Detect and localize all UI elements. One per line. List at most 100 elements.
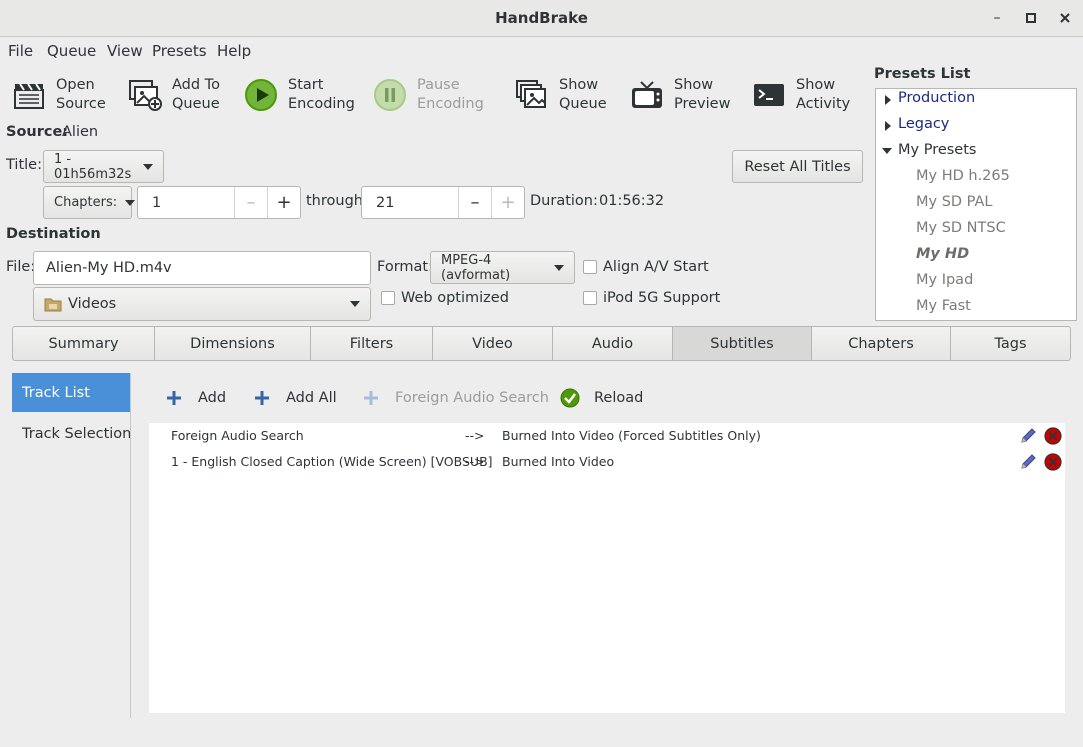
delete-icon[interactable]	[1044, 427, 1062, 445]
through-label: through	[306, 193, 363, 209]
preset-item[interactable]: My Ipad	[916, 272, 973, 288]
destination-heading: Destination	[6, 226, 101, 242]
add-all-subtitles-button[interactable]: Add All	[252, 388, 337, 408]
preset-group-legacy[interactable]: Legacy	[898, 116, 949, 132]
table-row[interactable]: 1 - English Closed Caption (Wide Screen)…	[149, 449, 1065, 475]
destination-folder-value: Videos	[68, 296, 117, 312]
foreign-audio-search-label: Foreign Audio Search	[395, 390, 549, 406]
close-button[interactable]	[1053, 7, 1077, 29]
tab-chapters[interactable]: Chapters	[812, 327, 951, 360]
web-optimized-label: Web optimized	[401, 290, 509, 306]
reload-label: Reload	[594, 390, 644, 406]
pencil-icon[interactable]	[1019, 427, 1037, 445]
track-mode: Burned Into Video (Forced Subtitles Only…	[502, 428, 761, 443]
tab-video[interactable]: Video	[433, 327, 553, 360]
pause-encoding-label-1: Pause	[417, 76, 460, 93]
menu-queue[interactable]: Queue	[47, 42, 96, 60]
add-subtitle-button[interactable]: Add	[164, 388, 226, 408]
tab-tags[interactable]: Tags	[951, 327, 1070, 360]
sidebar-item-track-list[interactable]: Track List	[12, 373, 130, 412]
add-to-queue-label-2: Queue	[172, 96, 220, 112]
source-value: Alien	[62, 124, 99, 140]
add-photos-icon	[128, 78, 162, 112]
track-name: Foreign Audio Search	[171, 428, 304, 443]
show-activity-button[interactable]: Show Activity	[752, 66, 850, 124]
chapter-end-decrement[interactable]: –	[458, 187, 491, 218]
destination-folder-select[interactable]: Videos	[33, 287, 371, 321]
chevron-down-icon	[125, 199, 136, 206]
track-mode: Burned Into Video	[502, 454, 615, 469]
menu-help[interactable]: Help	[217, 42, 251, 60]
start-encoding-button[interactable]: Start Encoding	[244, 66, 355, 124]
chevron-down-icon	[350, 301, 360, 307]
title-bar: HandBrake –	[0, 0, 1083, 37]
open-source-button[interactable]: Open Source	[12, 66, 106, 124]
preset-item[interactable]: My Fast	[916, 298, 971, 314]
duration-value: 01:56:32	[599, 193, 665, 209]
chapter-start-spinner[interactable]: 1 – +	[137, 186, 301, 219]
web-optimized-checkbox[interactable]: Web optimized	[381, 290, 509, 306]
minimize-button[interactable]: –	[985, 7, 1009, 29]
chapter-end-spinner[interactable]: 21 – +	[361, 186, 525, 219]
file-name-input[interactable]: Alien-My HD.m4v	[33, 251, 371, 285]
checkbox-box[interactable]	[583, 291, 597, 305]
range-mode-value: Chapters:	[54, 195, 118, 210]
align-av-start-checkbox[interactable]: Align A/V Start	[583, 259, 709, 275]
expand-icon[interactable]	[885, 95, 891, 105]
foreign-audio-search-button[interactable]: Foreign Audio Search	[361, 388, 549, 408]
title-select-value: 1 - 01h56m32s	[54, 151, 132, 182]
chapter-end-value[interactable]: 21	[362, 187, 458, 218]
tab-dimensions[interactable]: Dimensions	[155, 327, 311, 360]
preset-item[interactable]: My HD h.265	[916, 168, 1010, 184]
menu-view[interactable]: View	[107, 42, 143, 60]
tab-summary[interactable]: Summary	[13, 327, 155, 360]
format-select[interactable]: MPEG-4 (avformat)	[430, 251, 575, 284]
maximize-button[interactable]	[1019, 7, 1043, 29]
chapter-start-increment[interactable]: +	[267, 187, 300, 218]
chapter-start-decrement[interactable]: –	[234, 187, 267, 218]
reload-button[interactable]: Reload	[560, 388, 643, 408]
title-label: Title:	[6, 157, 42, 173]
sidebar-item-track-selection[interactable]: Track Selection	[22, 426, 131, 442]
title-select[interactable]: 1 - 01h56m32s	[43, 150, 164, 183]
presets-tree[interactable]: Production Legacy My Presets My HD h.265…	[875, 88, 1077, 321]
show-activity-label-1: Show	[796, 76, 836, 93]
checkbox-box[interactable]	[583, 260, 597, 274]
tab-subtitles[interactable]: Subtitles	[673, 327, 812, 360]
preset-group-my-presets[interactable]: My Presets	[898, 142, 976, 158]
source-label: Source:	[6, 124, 69, 140]
preset-item-default[interactable]: My HD	[916, 246, 969, 262]
add-all-subtitles-label: Add All	[286, 390, 337, 406]
clapperboard-icon	[12, 78, 46, 112]
chapter-end-increment[interactable]: +	[491, 187, 524, 218]
expand-icon[interactable]	[885, 121, 891, 131]
presets-heading: Presets List	[874, 66, 971, 82]
tab-filters[interactable]: Filters	[311, 327, 433, 360]
preset-item[interactable]: My SD NTSC	[916, 220, 1006, 236]
add-to-queue-button[interactable]: Add To Queue	[128, 66, 220, 124]
chapter-start-value[interactable]: 1	[138, 187, 234, 218]
ipod-5g-support-checkbox[interactable]: iPod 5G Support	[583, 290, 720, 306]
menu-presets[interactable]: Presets	[152, 42, 207, 60]
check-circle-icon	[560, 388, 580, 408]
menu-file[interactable]: File	[8, 42, 33, 60]
pencil-icon[interactable]	[1019, 453, 1037, 471]
tab-audio[interactable]: Audio	[553, 327, 673, 360]
show-preview-button[interactable]: Show Preview	[630, 66, 730, 124]
range-mode-select[interactable]: Chapters:	[43, 186, 136, 219]
pause-encoding-label-2: Encoding	[417, 96, 484, 112]
show-queue-button[interactable]: Show Queue	[515, 66, 607, 124]
chevron-down-icon	[554, 264, 564, 271]
start-encoding-label-1: Start	[288, 76, 324, 93]
maximize-icon	[1026, 13, 1036, 23]
preset-group-production[interactable]: Production	[898, 90, 975, 106]
collapse-icon[interactable]	[882, 148, 892, 154]
checkbox-box[interactable]	[381, 291, 395, 305]
reset-all-titles-button[interactable]: Reset All Titles	[732, 150, 863, 183]
plus-icon	[252, 388, 272, 408]
pause-encoding-button[interactable]: Pause Encoding	[373, 66, 484, 124]
window-title: HandBrake	[495, 9, 588, 27]
preset-item[interactable]: My SD PAL	[916, 194, 993, 210]
delete-icon[interactable]	[1044, 453, 1062, 471]
table-row[interactable]: Foreign Audio Search --> Burned Into Vid…	[149, 423, 1065, 449]
